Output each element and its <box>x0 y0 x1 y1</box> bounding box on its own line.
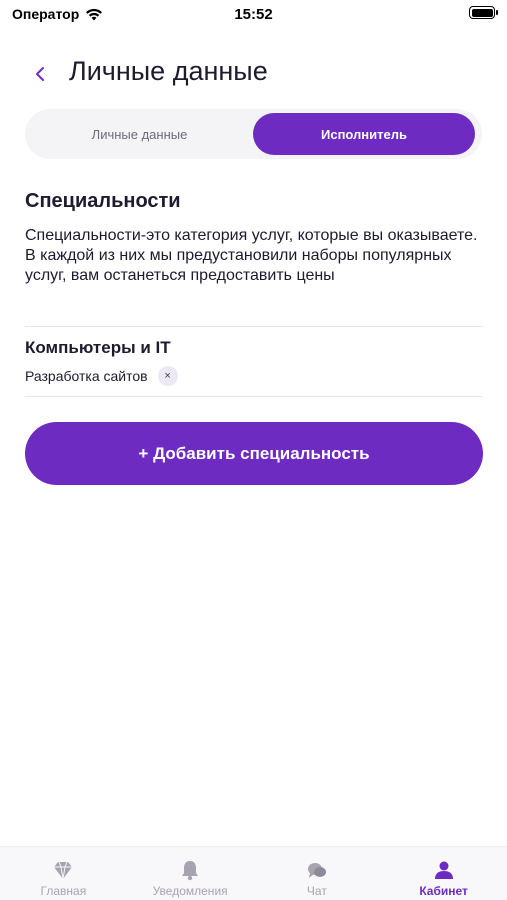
divider <box>25 396 482 397</box>
page-title: Личные данные <box>69 56 268 86</box>
tab-notifications[interactable]: Уведомления <box>127 847 254 900</box>
remove-tag-button[interactable]: × <box>157 366 178 386</box>
specialty-tag-label: Разработка сайтов <box>25 368 148 384</box>
tab-label: Главная <box>40 884 87 898</box>
tab-chat[interactable]: Чат <box>254 847 381 900</box>
diamond-icon <box>54 861 73 880</box>
section-description: Специальности-это категория услуг, котор… <box>25 227 478 284</box>
specialty-tag: Разработка сайтов × <box>25 366 178 386</box>
tab-label: Кабинет <box>419 884 468 898</box>
user-icon <box>434 861 453 879</box>
header: Личные данные <box>0 52 507 96</box>
divider <box>25 326 482 327</box>
tab-label: Чат <box>306 884 327 898</box>
segment-personal-data[interactable]: Личные данные <box>29 113 250 155</box>
profile-mode-switch: Личные данные Исполнитель <box>25 109 482 159</box>
section-title: Специальности <box>25 190 181 212</box>
status-time: 15:52 <box>234 6 273 23</box>
tab-cabinet[interactable]: Кабинет <box>380 847 507 900</box>
segment-executor[interactable]: Исполнитель <box>253 113 475 155</box>
bell-icon <box>182 861 199 881</box>
status-bar: Оператор 15:52 <box>0 0 507 30</box>
tab-label: Уведомления <box>152 884 228 898</box>
chat-icon <box>307 863 326 878</box>
tab-bar: Главная Уведомления Чат Кабинет <box>0 846 507 900</box>
category-title: Компьютеры и IT <box>25 338 171 357</box>
chevron-left-icon <box>36 67 44 81</box>
back-button[interactable] <box>26 60 54 88</box>
add-specialty-button[interactable]: + Добавить специальность <box>25 422 483 485</box>
battery-icon <box>469 6 498 19</box>
tab-home[interactable]: Главная <box>0 847 127 900</box>
